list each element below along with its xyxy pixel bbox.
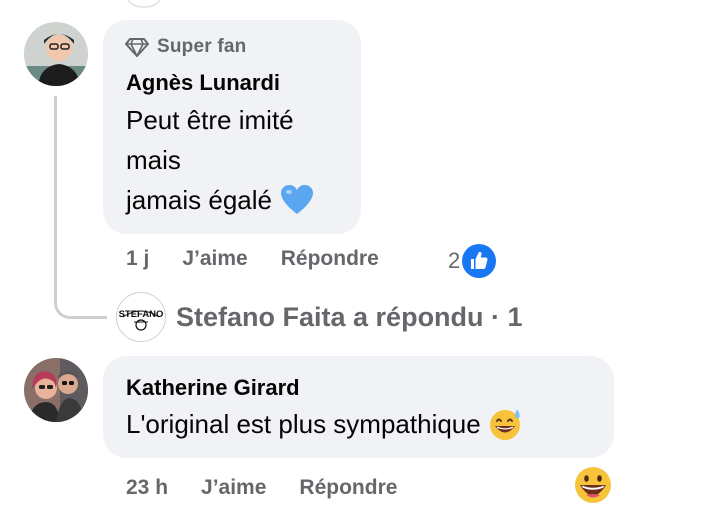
avatar-photo [24, 358, 88, 422]
avatar-photo [24, 22, 88, 86]
badge-label: Super fan [157, 36, 247, 57]
grinning-face-emoji-icon [575, 467, 611, 503]
blue-heart-emoji-icon [280, 185, 313, 214]
comment-timestamp[interactable]: 23 h [126, 476, 168, 500]
super-fan-badge[interactable]: Super fan [125, 36, 246, 58]
avatar-katherine-girard[interactable] [24, 358, 88, 422]
replies-summary[interactable]: STEFANO Stefano Faita a répondu · 1 [116, 292, 523, 342]
previous-element-edge [127, 0, 161, 8]
reaction-count[interactable]: 2 [448, 243, 497, 279]
like-button[interactable]: J’aime [182, 247, 247, 271]
reaction-summary[interactable] [574, 466, 612, 509]
thumbs-up-icon [462, 244, 497, 278]
comment-text: Peut être imité mais jamais égalé [126, 100, 314, 220]
comment-actions-agnes: 1 j J’aime Répondre [126, 247, 379, 271]
stefano-logo-avatar: STEFANO [116, 292, 166, 342]
comment-text-line-3-row: jamais égalé [126, 180, 314, 220]
comment-bubble-agnes: Super fan Agnès Lunardi Peut être imité … [103, 20, 361, 234]
comment-author[interactable]: Agnès Lunardi [126, 70, 280, 96]
reply-button[interactable]: Répondre [281, 247, 379, 271]
replies-summary-text: Stefano Faita a répondu · 1 [176, 301, 523, 332]
stefano-logo-text: STEFANO [119, 309, 163, 320]
comment-text-line-2: mais [126, 145, 181, 175]
comment-text: L'original est plus sympathique [126, 409, 481, 439]
avatar-agnes-lunardi[interactable] [24, 22, 88, 86]
like-button[interactable]: J’aime [201, 476, 266, 500]
stefano-logo-icon: STEFANO [119, 309, 163, 331]
comment-text-row: L'original est plus sympathique [126, 404, 523, 444]
comment-bubble-katherine: Katherine Girard L'original est plus sym… [103, 356, 614, 458]
comment-text-line-1: Peut être imité [126, 105, 294, 135]
comment-actions-katherine: 23 h J’aime Répondre [126, 476, 397, 500]
comment-text-line-3: jamais égalé [126, 185, 272, 215]
reply-button[interactable]: Répondre [299, 476, 397, 500]
diamond-icon [125, 38, 149, 57]
reaction-count-number: 2 [448, 248, 461, 273]
thread-connector-line [54, 96, 107, 319]
comment-timestamp[interactable]: 1 j [126, 247, 149, 271]
comment-author[interactable]: Katherine Girard [126, 375, 300, 401]
grinning-sweat-emoji-icon [489, 409, 520, 440]
